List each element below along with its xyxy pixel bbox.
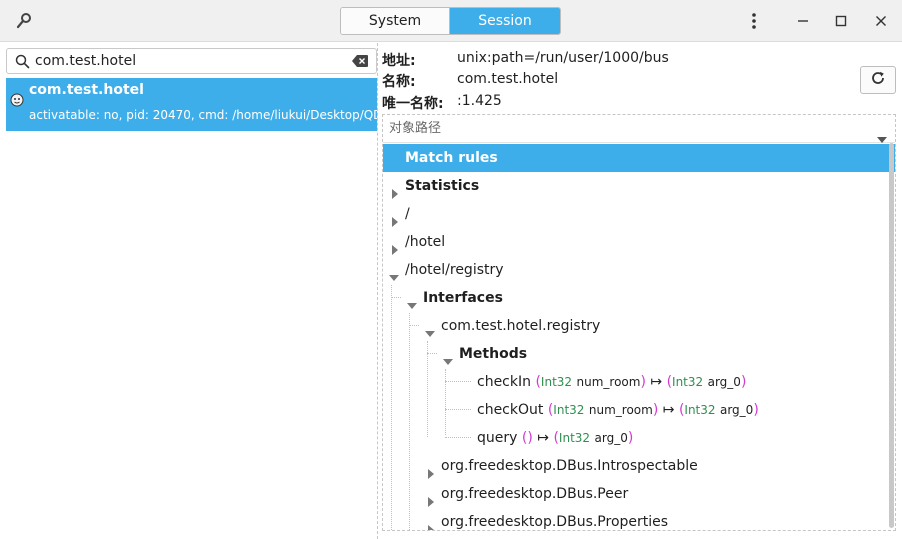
param-type: Int32: [540, 375, 573, 389]
chevron-right-icon[interactable]: [390, 181, 400, 199]
tree-item-interfaces[interactable]: Interfaces: [383, 284, 895, 312]
tree-item-peer[interactable]: org.freedesktop.DBus.Peer: [383, 480, 895, 508]
search-icon: [15, 54, 30, 69]
tree-item-method-query[interactable]: query () ↦ (Int32 arg_0): [383, 424, 895, 452]
service-list-item[interactable]: com.test.hotel activatable: no, pid: 204…: [6, 78, 377, 131]
tree-item-hotel-registry[interactable]: /hotel/registry: [383, 256, 895, 284]
refresh-icon: [870, 70, 886, 90]
chevron-down-icon[interactable]: [389, 265, 399, 281]
return-name: arg_0: [594, 431, 628, 445]
address-value: unix:path=/run/user/1000/bus: [457, 50, 669, 66]
maps-to-arrow: ↦: [662, 402, 675, 418]
maps-to-arrow: ↦: [650, 374, 663, 390]
chevron-down-icon[interactable]: [407, 293, 417, 309]
tree-header[interactable]: 对象路径: [383, 115, 895, 143]
search-input[interactable]: [35, 50, 345, 72]
session-bus-button[interactable]: Session Bus: [450, 8, 560, 34]
chevron-right-icon[interactable]: [390, 237, 400, 255]
address-label: 地址:: [382, 53, 416, 69]
chevron-right-icon[interactable]: [426, 517, 436, 530]
pane-splitter[interactable]: [377, 43, 378, 539]
vertical-dots-icon[interactable]: [743, 10, 765, 32]
paren-close: ): [627, 430, 634, 446]
tree-header-label: 对象路径: [389, 121, 442, 136]
tree-item-introspectable[interactable]: org.freedesktop.DBus.Introspectable: [383, 452, 895, 480]
return-name: arg_0: [719, 403, 754, 417]
tree-item-properties[interactable]: org.freedesktop.DBus.Properties: [383, 508, 895, 530]
title-bar: System Bus Session Bus: [0, 0, 902, 42]
tree-item-label: /: [405, 206, 410, 222]
tree-item-hotel[interactable]: /hotel: [383, 228, 895, 256]
clear-icon[interactable]: [352, 55, 368, 67]
close-icon[interactable]: [870, 10, 892, 32]
service-icon: [10, 93, 24, 107]
tree-item-label: /hotel: [405, 234, 446, 250]
unique-name-value: :1.425: [457, 93, 502, 109]
tree-scrollbar[interactable]: [889, 143, 894, 528]
paren-close: ): [740, 374, 747, 390]
wrench-icon: [14, 11, 34, 31]
name-label: 名称:: [382, 74, 416, 90]
name-value: com.test.hotel: [457, 71, 559, 87]
empty-params: (): [521, 430, 533, 446]
search-box: [6, 48, 377, 74]
tree-item-label: Methods: [459, 346, 528, 362]
paren-close: ): [753, 402, 759, 418]
chevron-right-icon[interactable]: [426, 489, 436, 507]
service-name: com.test.hotel: [29, 82, 144, 98]
object-tree: 对象路径 Match rules Statistics / /hotel /ho…: [382, 114, 896, 531]
return-type: Int32: [558, 431, 591, 445]
refresh-button[interactable]: [860, 66, 896, 94]
param-name: num_room: [576, 375, 641, 389]
tree-item-match-rules[interactable]: Match rules: [383, 144, 895, 172]
return-type: Int32: [684, 403, 716, 417]
tree-item-label: Statistics: [405, 178, 480, 194]
tree-item-label: org.freedesktop.DBus.Properties: [441, 514, 669, 530]
unique-name-label: 唯一名称:: [382, 96, 444, 112]
param-name: num_room: [588, 403, 653, 417]
tree-item-root[interactable]: /: [383, 200, 895, 228]
tree-item-label: Match rules: [405, 150, 498, 166]
tree-item-method-checkin[interactable]: checkIn (Int32 num_room) ↦ (Int32 arg_0): [383, 368, 895, 396]
minimize-icon[interactable]: [792, 10, 814, 32]
paren-close: ): [652, 402, 659, 418]
chevron-down-icon: [877, 126, 887, 143]
return-name: arg_0: [707, 375, 741, 389]
tree-item-interface-registry[interactable]: com.test.hotel.registry: [383, 312, 895, 340]
chevron-down-icon[interactable]: [443, 349, 453, 365]
tree-item-label: org.freedesktop.DBus.Introspectable: [441, 458, 698, 474]
system-bus-button[interactable]: System Bus: [341, 8, 450, 34]
method-signature: query () ↦ (Int32 arg_0): [477, 424, 633, 452]
chevron-right-icon[interactable]: [426, 461, 436, 479]
return-type: Int32: [672, 375, 704, 389]
service-info: activatable: no, pid: 20470, cmd: /home/…: [29, 108, 377, 122]
chevron-right-icon[interactable]: [390, 209, 400, 227]
tree-item-statistics[interactable]: Statistics: [383, 172, 895, 200]
maps-to-arrow: ↦: [537, 430, 549, 446]
service-list-pane: com.test.hotel activatable: no, pid: 204…: [0, 43, 377, 539]
bus-switch: System Bus Session Bus: [340, 7, 561, 35]
tree-item-label: com.test.hotel.registry: [441, 318, 601, 334]
maximize-icon[interactable]: [830, 10, 852, 32]
tree-item-label: Interfaces: [423, 290, 503, 306]
tree-item-methods[interactable]: Methods: [383, 340, 895, 368]
method-name: checkOut: [477, 402, 544, 418]
tree-item-label: /hotel/registry: [405, 262, 504, 278]
chevron-down-icon[interactable]: [425, 321, 435, 337]
method-name: checkIn: [477, 374, 531, 390]
paren-close: ): [640, 374, 646, 390]
tree-item-method-checkout[interactable]: checkOut (Int32 num_room) ↦ (Int32 arg_0…: [383, 396, 895, 424]
param-type: Int32: [553, 403, 585, 417]
method-name: query: [477, 430, 518, 446]
method-signature: checkOut (Int32 num_room) ↦ (Int32 arg_0…: [477, 396, 759, 424]
tree-item-label: org.freedesktop.DBus.Peer: [441, 486, 629, 502]
method-signature: checkIn (Int32 num_room) ↦ (Int32 arg_0): [477, 368, 746, 396]
